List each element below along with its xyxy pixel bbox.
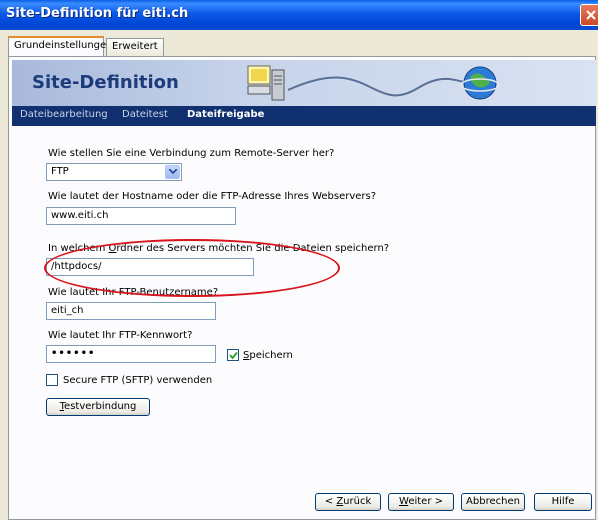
- folder-input[interactable]: /httpdocs/: [46, 258, 254, 276]
- window-title: Site-Definition für eiti.ch: [6, 6, 189, 21]
- connection-label: Wie stellen Sie eine Verbindung zum Remo…: [48, 148, 335, 159]
- save-password-label: Speichern: [243, 350, 293, 361]
- header-banner: Site-Definition: [12, 60, 596, 106]
- host-label: Wie lautet der Hostname oder die FTP-Adr…: [48, 191, 377, 202]
- help-button[interactable]: Hilfe: [534, 493, 592, 511]
- nav-dateibearbeitung[interactable]: Dateibearbeitung: [20, 109, 108, 120]
- user-label: Wie lautet Ihr FTP-Benutzername?: [48, 287, 219, 298]
- password-value: ••••••: [51, 348, 96, 359]
- folder-value: /httpdocs/: [51, 261, 102, 272]
- sftp-checkbox[interactable]: [46, 374, 58, 386]
- server-icon: [247, 65, 285, 101]
- user-value: eiti_ch: [51, 305, 84, 316]
- banner-title: Site-Definition: [32, 72, 179, 93]
- cable-icon: [288, 76, 464, 97]
- section-nav: Dateibearbeitung Dateitest Dateifreigabe: [12, 106, 596, 126]
- password-label: Wie lautet Ihr FTP-Kennwort?: [48, 330, 193, 341]
- password-input[interactable]: ••••••: [46, 345, 216, 363]
- tab-grundeinstellungen[interactable]: Grundeinstellungen: [8, 36, 113, 57]
- title-bar: Site-Definition für eiti.ch: [0, 0, 598, 30]
- folder-label: In welchem Ordner des Servers möchten Si…: [48, 243, 390, 254]
- host-input[interactable]: www.eiti.ch: [46, 207, 236, 225]
- test-connection-button[interactable]: Testverbindung: [46, 398, 150, 416]
- back-button[interactable]: < Zurück: [315, 493, 381, 511]
- next-button[interactable]: Weiter >: [388, 493, 454, 511]
- nav-dateifreigabe[interactable]: Dateifreigabe: [187, 109, 264, 120]
- dropdown-button[interactable]: [165, 165, 180, 179]
- tab-label: Erweitert: [112, 41, 158, 52]
- close-icon: [586, 10, 596, 20]
- tab-strip: Grundeinstellungen Erweitert: [8, 36, 596, 57]
- save-password-checkbox[interactable]: [227, 349, 239, 361]
- connection-value: FTP: [51, 166, 69, 177]
- checkmark-icon: [229, 351, 238, 360]
- tab-label: Grundeinstellungen: [14, 40, 113, 51]
- close-button[interactable]: [580, 4, 598, 26]
- sftp-label: Secure FTP (SFTP) verwenden: [63, 375, 213, 386]
- globe-icon: [460, 66, 500, 100]
- tab-erweitert[interactable]: Erweitert: [106, 38, 164, 56]
- cancel-button[interactable]: Abbrechen: [461, 493, 525, 511]
- user-input[interactable]: eiti_ch: [46, 302, 216, 320]
- nav-dateitest[interactable]: Dateitest: [122, 109, 168, 120]
- connection-select[interactable]: FTP: [46, 163, 182, 181]
- dialog-window: Site-Definition für eiti.ch Grundeinstel…: [0, 0, 598, 520]
- chevron-down-icon: [169, 169, 177, 175]
- host-value: www.eiti.ch: [51, 210, 109, 221]
